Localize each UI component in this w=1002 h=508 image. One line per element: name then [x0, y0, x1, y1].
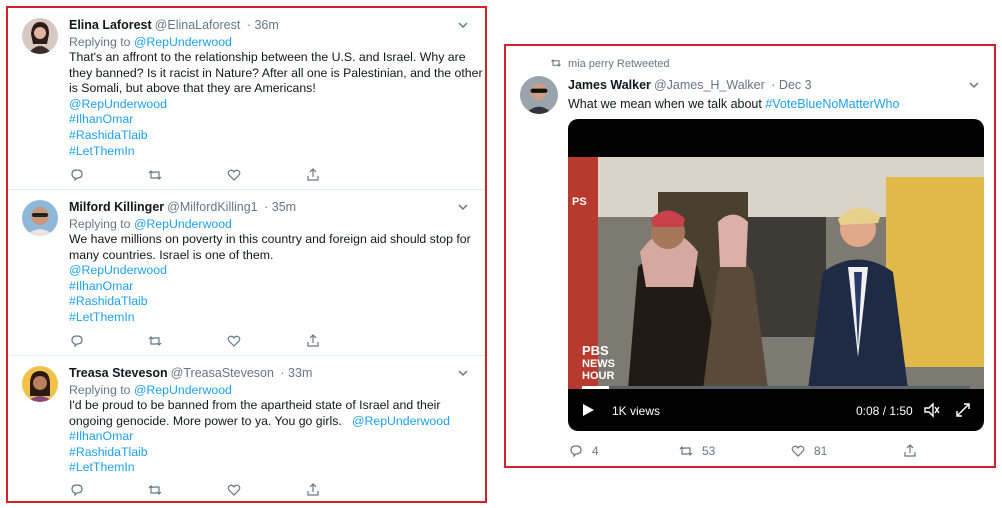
- reply-icon[interactable]: [69, 482, 85, 498]
- reply-icon[interactable]: [568, 443, 584, 459]
- like-icon[interactable]: [226, 482, 242, 498]
- like-icon[interactable]: [226, 167, 242, 183]
- video-overlay-text: PS: [572, 196, 587, 208]
- play-icon[interactable]: [580, 402, 596, 418]
- tweet-text-line: many countries. Israel is one of them.: [69, 247, 274, 262]
- tweet-text: What we mean when we talk about #VoteBlu…: [568, 97, 900, 111]
- reply-mention-link[interactable]: @RepUnderwood: [134, 217, 232, 231]
- tweet-text-line: they banned? Is it racist in Nature? Aft…: [69, 65, 483, 80]
- mention-link[interactable]: @RepUnderwood: [69, 263, 473, 279]
- avatar[interactable]: [520, 76, 558, 114]
- retweet-icon[interactable]: [678, 443, 694, 459]
- tweet-actions: [69, 482, 339, 498]
- tweet-text-line: That's an affront to the relationship be…: [69, 50, 466, 64]
- retweet-count: 53: [702, 444, 716, 458]
- pbs-logo-line: HOUR: [582, 370, 614, 382]
- reply-icon[interactable]: [69, 167, 85, 183]
- tweet-actions: [69, 167, 339, 183]
- reply-tweet[interactable]: Elina Laforest @ElinaLaforest · 36m Reply…: [8, 8, 485, 190]
- reply-mention-link[interactable]: @RepUnderwood: [134, 35, 232, 49]
- hashtag-link[interactable]: #IlhanOmar: [69, 429, 473, 445]
- reply-icon[interactable]: [69, 333, 85, 349]
- author-name[interactable]: Elina Laforest: [69, 18, 152, 32]
- hashtag-link[interactable]: #VoteBlueNoMatterWho: [765, 97, 899, 111]
- replying-to: Replying to @RepUnderwood: [69, 217, 232, 231]
- tweet-text-line: I'd be proud to be banned from the apart…: [69, 398, 441, 412]
- avatar[interactable]: [22, 200, 58, 236]
- retweet-icon: [551, 59, 561, 67]
- retweet-label[interactable]: mia perry Retweeted: [568, 58, 670, 70]
- share-icon[interactable]: [305, 333, 321, 349]
- fullscreen-icon[interactable]: [954, 401, 972, 419]
- replying-to: Replying to @RepUnderwood: [69, 35, 232, 49]
- author-name[interactable]: Treasa Steveson: [69, 366, 168, 380]
- chevron-down-icon[interactable]: [457, 367, 469, 379]
- author-handle[interactable]: @MilfordKilling1: [167, 200, 258, 214]
- author-name[interactable]: Milford Killinger: [69, 200, 164, 214]
- retweet-icon[interactable]: [147, 482, 163, 498]
- like-icon[interactable]: [790, 443, 806, 459]
- video-player[interactable]: PS PBS NEWS HOUR 1K views 0:08 / 1:50: [568, 119, 984, 431]
- hashtag-link[interactable]: #RashidaTlaib: [69, 128, 473, 144]
- tweet-time[interactable]: · 33m: [280, 366, 312, 380]
- reply-mention-link[interactable]: @RepUnderwood: [134, 383, 232, 397]
- author-handle[interactable]: @ElinaLaforest: [155, 18, 241, 32]
- pbs-logo-line: NEWS: [582, 358, 615, 370]
- mention-link[interactable]: @RepUnderwood: [352, 414, 450, 428]
- hashtag-link[interactable]: #LetThemIn: [69, 310, 473, 326]
- tweet-time[interactable]: · 36m: [247, 18, 279, 32]
- hashtag-link[interactable]: #IlhanOmar: [69, 112, 473, 128]
- video-controls: 1K views 0:08 / 1:50: [568, 389, 984, 431]
- tweet-time[interactable]: · 35m: [264, 200, 296, 214]
- chevron-down-icon[interactable]: [457, 201, 469, 213]
- avatar[interactable]: [22, 366, 58, 402]
- hashtag-link[interactable]: #LetThemIn: [69, 144, 473, 160]
- pbs-logo-line: PBS: [582, 343, 609, 358]
- tweet-text-line: is Somali, but above that they are Ameri…: [69, 81, 316, 96]
- hashtag-link[interactable]: #RashidaTlaib: [69, 294, 473, 310]
- author-handle[interactable]: @TreasaSteveson: [171, 366, 274, 380]
- tweet-text-line: ongoing genocide. More power to ya. You …: [69, 413, 450, 428]
- tweet-header: James Walker @James_H_Walker · Dec 3: [568, 76, 982, 94]
- avatar[interactable]: [22, 18, 58, 54]
- reply-tweet[interactable]: Milford Killinger @MilfordKilling1 · 35m …: [8, 190, 485, 356]
- chevron-down-icon[interactable]: [968, 79, 980, 91]
- replying-to: Replying to @RepUnderwood: [69, 383, 232, 397]
- retweet-context: mia perry Retweeted: [550, 57, 670, 71]
- like-count: 81: [814, 444, 828, 458]
- left-tweet-panel: Elina Laforest @ElinaLaforest · 36m Reply…: [6, 6, 487, 503]
- view-count: 1K views: [612, 404, 661, 418]
- tweet-actions: [69, 333, 339, 349]
- reply-tweet[interactable]: Treasa Steveson @TreasaSteveson · 33m Rep…: [8, 356, 485, 501]
- hashtag-link[interactable]: #IlhanOmar: [69, 279, 473, 295]
- share-icon[interactable]: [305, 482, 321, 498]
- retweet-icon[interactable]: [147, 167, 163, 183]
- like-icon[interactable]: [226, 333, 242, 349]
- hashtag-link[interactable]: #LetThemIn: [69, 460, 473, 476]
- tweet-actions: 4 53 81: [568, 443, 968, 459]
- reply-count: 4: [592, 444, 599, 458]
- hashtag-link[interactable]: #RashidaTlaib: [69, 445, 473, 461]
- share-icon[interactable]: [902, 443, 918, 459]
- chevron-down-icon[interactable]: [457, 19, 469, 31]
- mention-link[interactable]: @RepUnderwood: [69, 97, 473, 113]
- tweet-time[interactable]: · Dec 3: [771, 78, 811, 92]
- retweeted-tweet-panel[interactable]: mia perry Retweeted James Walker @James_H…: [504, 44, 996, 468]
- share-icon[interactable]: [305, 167, 321, 183]
- retweet-icon[interactable]: [147, 333, 163, 349]
- volume-icon[interactable]: [923, 401, 941, 419]
- author-name[interactable]: James Walker: [568, 78, 651, 92]
- video-frame[interactable]: PS PBS NEWS HOUR: [568, 157, 984, 389]
- tweet-text-line: We have millions on poverty in this coun…: [69, 232, 471, 246]
- video-time: 0:08 / 1:50: [856, 404, 913, 418]
- author-handle[interactable]: @James_H_Walker: [654, 78, 765, 92]
